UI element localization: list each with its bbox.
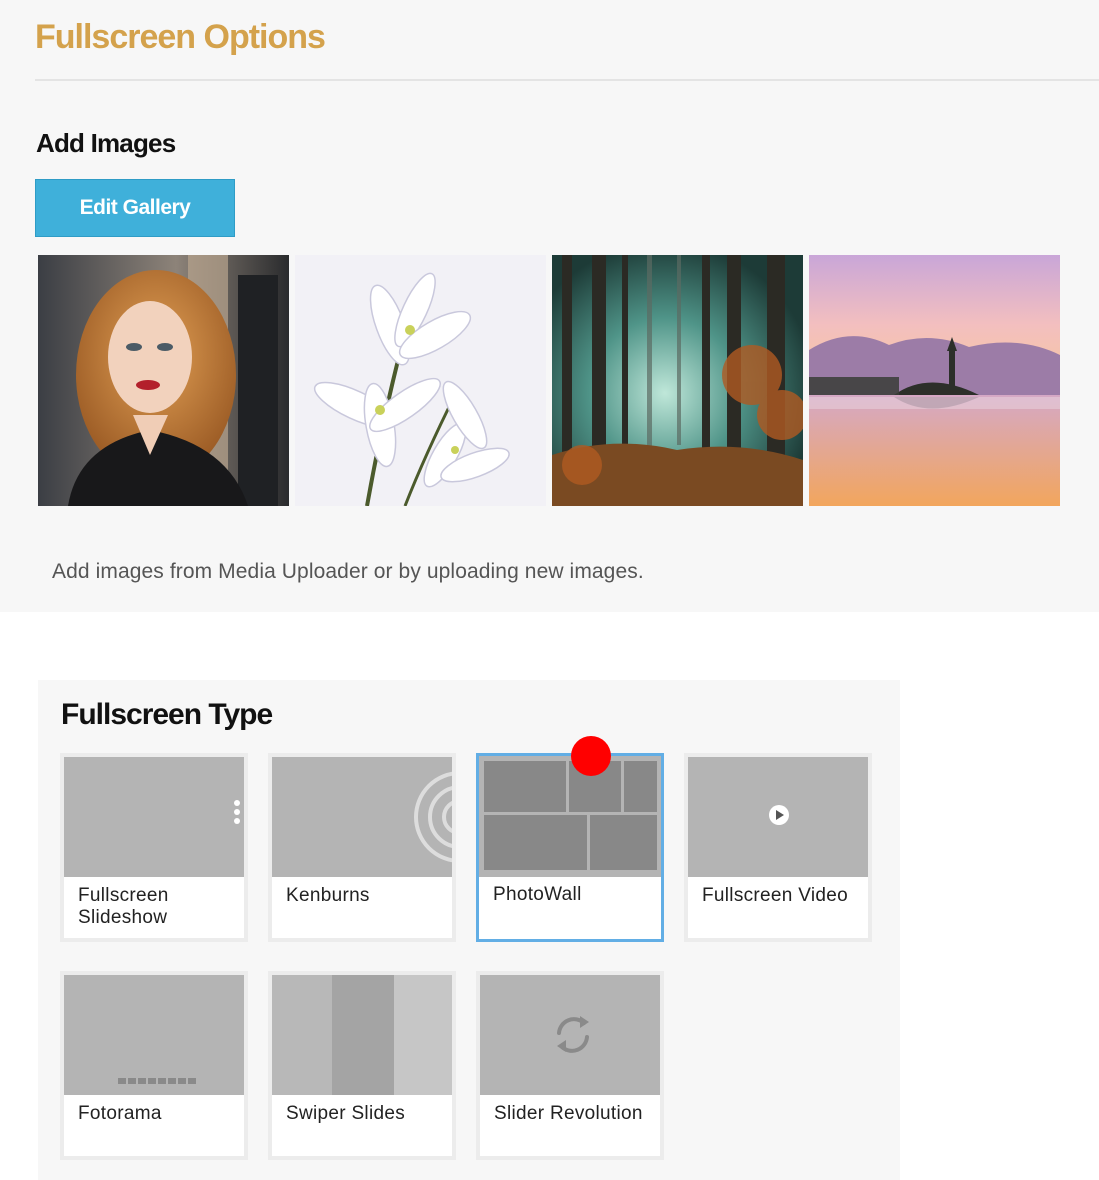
refresh-icon <box>557 1016 589 1053</box>
slideshow-preview <box>64 757 244 877</box>
fotorama-preview <box>64 975 244 1095</box>
add-images-heading: Add Images <box>36 128 176 158</box>
misty-forest-image-graphic <box>552 255 803 506</box>
edit-gallery-button[interactable]: Edit Gallery <box>35 179 235 237</box>
type-fullscreen-slideshow[interactable]: Fullscreen Slideshow <box>60 753 248 942</box>
fullscreen-options-panel: Fullscreen Options Add Images Edit Galle… <box>0 0 1099 612</box>
title-divider <box>35 79 1099 81</box>
photowall-preview <box>479 756 661 877</box>
thumbnail-strip-icon <box>118 1078 196 1084</box>
play-icon <box>769 805 789 825</box>
type-label: Kenburns <box>286 885 370 906</box>
cursor-marker <box>571 736 611 776</box>
type-kenburns[interactable]: Kenburns <box>268 753 456 942</box>
swiper-preview <box>272 975 452 1095</box>
type-label: Slider Revolution <box>494 1103 643 1124</box>
type-photowall[interactable]: PhotoWall <box>476 753 664 942</box>
misty-forest-image[interactable] <box>552 255 803 506</box>
fullscreen-type-panel: Fullscreen Type Fullscreen Slideshow Ken… <box>38 680 900 1180</box>
white-flowers-image[interactable] <box>295 255 546 506</box>
lake-island-sunset-image[interactable] <box>809 255 1060 506</box>
portrait-woman-image[interactable] <box>38 255 289 506</box>
type-label: Swiper Slides <box>286 1103 406 1124</box>
fullscreen-type-heading: Fullscreen Type <box>61 698 273 731</box>
type-slider-revolution[interactable]: Slider Revolution <box>476 971 664 1160</box>
slider-revolution-preview <box>480 975 660 1095</box>
type-label: Fullscreen Video <box>702 885 848 906</box>
type-fullscreen-video[interactable]: Fullscreen Video <box>684 753 872 942</box>
slideshow-dots-icon <box>234 800 240 824</box>
type-label: PhotoWall <box>493 884 582 905</box>
kenburns-preview <box>272 757 452 877</box>
photowall-grid-icon <box>479 756 661 877</box>
type-fotorama[interactable]: Fotorama <box>60 971 248 1160</box>
portrait-woman-image-graphic <box>38 255 289 506</box>
type-swiper-slides[interactable]: Swiper Slides <box>268 971 456 1160</box>
concentric-circles-icon <box>414 771 452 863</box>
help-text: Add images from Media Uploader or by upl… <box>52 560 644 583</box>
page-title: Fullscreen Options <box>35 18 326 56</box>
white-flowers-image-graphic <box>295 255 546 506</box>
type-label: Fotorama <box>78 1103 162 1124</box>
video-preview <box>688 757 868 877</box>
lake-island-sunset-image-graphic <box>809 255 1060 506</box>
type-label: Fullscreen Slideshow <box>78 885 169 928</box>
slides-columns-icon <box>272 975 452 1095</box>
